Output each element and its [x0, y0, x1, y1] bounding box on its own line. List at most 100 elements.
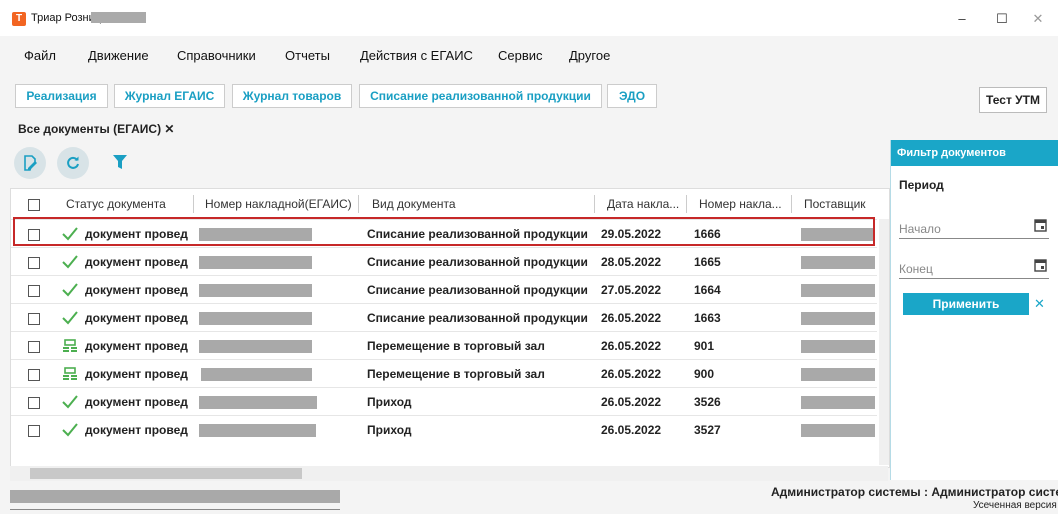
header-invoice-number[interactable]: Номер накладной(ЕГАИС) [205, 189, 352, 219]
refresh-icon [67, 156, 79, 169]
close-button[interactable]: ✕ [1018, 8, 1058, 30]
invoice-no-cell: 3527 [694, 423, 721, 437]
title-bar: Т Триар Розница – ☐ ✕ [0, 0, 1058, 36]
document-type-cell: Списание реализованной продукции [367, 283, 588, 297]
menu-service[interactable]: Сервис [498, 48, 543, 63]
menu-reports[interactable]: Отчеты [285, 48, 330, 63]
transfer-icon [62, 339, 78, 353]
table-row[interactable]: документ провед Списание реализованной пр… [11, 303, 877, 332]
calendar-icon[interactable] [1034, 258, 1047, 272]
supplier-redacted [801, 312, 875, 325]
select-all-checkbox[interactable] [28, 199, 40, 211]
status-cell: документ провед [85, 255, 188, 269]
menu-file[interactable]: Файл [24, 48, 56, 63]
invoice-no-cell: 3526 [694, 395, 721, 409]
invoice-date-cell: 26.05.2022 [601, 395, 662, 409]
title-redacted [91, 12, 146, 23]
column-divider[interactable] [791, 195, 792, 213]
footer-divider [10, 509, 340, 510]
document-type-cell: Списание реализованной продукции [367, 311, 588, 325]
row-checkbox[interactable] [28, 341, 40, 353]
document-type-cell: Перемещение в торговый зал [367, 339, 545, 353]
header-invoice-no[interactable]: Номер накла... [699, 189, 782, 219]
status-cell: документ провед [85, 339, 188, 353]
status-cell: документ провед [85, 367, 188, 381]
row-checkbox[interactable] [28, 397, 40, 409]
invoice-number-redacted [199, 340, 312, 353]
column-divider[interactable] [686, 195, 687, 213]
maximize-button[interactable]: ☐ [982, 8, 1022, 30]
sales-button[interactable]: Реализация [15, 84, 108, 108]
filter-panel: Фильтр документов Период Начало Конец Пр… [890, 140, 1058, 480]
supplier-redacted [801, 424, 875, 437]
egais-journal-button[interactable]: Журнал ЕГАИС [114, 84, 225, 108]
menu-references[interactable]: Справочники [177, 48, 256, 63]
horizontal-scroll-thumb[interactable] [30, 468, 302, 479]
apply-filter-button[interactable]: Применить [903, 293, 1029, 315]
documents-table: Статус документа Номер накладной(ЕГАИС) … [10, 188, 890, 468]
test-utm-button[interactable]: Тест УТМ [979, 87, 1047, 113]
menu-egais-actions[interactable]: Действия с ЕГАИС [360, 48, 473, 63]
invoice-date-cell: 26.05.2022 [601, 423, 662, 437]
vertical-scrollbar[interactable] [879, 219, 889, 465]
selected-row-highlight [13, 217, 875, 246]
check-icon [62, 283, 78, 297]
minimize-button[interactable]: – [942, 8, 982, 30]
invoice-date-cell: 27.05.2022 [601, 283, 662, 297]
status-cell: документ провед [85, 395, 188, 409]
header-document-type[interactable]: Вид документа [372, 189, 456, 219]
invoice-no-cell: 1664 [694, 283, 721, 297]
invoice-no-cell: 1663 [694, 311, 721, 325]
header-status[interactable]: Статус документа [66, 189, 166, 219]
row-checkbox[interactable] [28, 313, 40, 325]
invoice-number-redacted [199, 256, 312, 269]
end-date-label: Конец [899, 262, 933, 276]
documents-tab[interactable]: Все документы (ЕГАИС) ✕ [18, 122, 174, 136]
row-checkbox[interactable] [28, 257, 40, 269]
invoice-date-cell: 26.05.2022 [601, 339, 662, 353]
edo-button[interactable]: ЭДО [607, 84, 657, 108]
document-edit-icon [24, 155, 37, 171]
filter-button[interactable] [113, 155, 127, 172]
header-invoice-date[interactable]: Дата накла... [607, 189, 679, 219]
invoice-date-cell: 26.05.2022 [601, 367, 662, 381]
menu-movement[interactable]: Движение [88, 48, 149, 63]
write-off-button[interactable]: Списание реализованной продукции [359, 84, 602, 108]
document-type-cell: Приход [367, 395, 412, 409]
supplier-redacted [801, 368, 875, 381]
column-divider[interactable] [358, 195, 359, 213]
end-date-field[interactable]: Конец [899, 256, 1049, 279]
filter-icon [113, 155, 127, 169]
status-cell: документ провед [85, 311, 188, 325]
edit-document-button[interactable] [14, 147, 46, 179]
table-row[interactable]: документ провед Перемещение в торговый за… [11, 359, 877, 388]
current-user: Администратор системы : Администратор си… [771, 485, 1058, 499]
clear-filter-button[interactable]: ✕ [1030, 293, 1049, 315]
refresh-button[interactable] [57, 147, 89, 179]
column-divider[interactable] [193, 195, 194, 213]
status-cell: документ провед [85, 423, 188, 437]
invoice-no-cell: 1665 [694, 255, 721, 269]
column-divider[interactable] [594, 195, 595, 213]
goods-journal-button[interactable]: Журнал товаров [232, 84, 352, 108]
invoice-number-redacted [201, 368, 312, 381]
start-date-label: Начало [899, 222, 941, 236]
row-checkbox[interactable] [28, 369, 40, 381]
start-date-field[interactable]: Начало [899, 216, 1049, 239]
app-logo-icon: Т [12, 12, 26, 26]
table-row[interactable]: документ провед Списание реализованной пр… [11, 275, 877, 304]
invoice-date-cell: 28.05.2022 [601, 255, 662, 269]
menu-other[interactable]: Другое [569, 48, 610, 63]
table-row[interactable]: документ провед Перемещение в торговый за… [11, 331, 877, 360]
transfer-icon [62, 367, 78, 381]
header-supplier[interactable]: Поставщик [804, 189, 866, 219]
row-checkbox[interactable] [28, 425, 40, 437]
document-type-cell: Перемещение в торговый зал [367, 367, 545, 381]
table-row[interactable]: документ провед Приход 26.05.2022 3526 [11, 387, 877, 416]
calendar-icon[interactable] [1034, 218, 1047, 232]
horizontal-scrollbar[interactable] [10, 466, 888, 481]
table-row[interactable]: документ провед Приход 26.05.2022 3527 [11, 415, 877, 444]
period-label: Период [899, 178, 944, 192]
table-row[interactable]: документ провед Списание реализованной пр… [11, 247, 877, 276]
row-checkbox[interactable] [28, 285, 40, 297]
